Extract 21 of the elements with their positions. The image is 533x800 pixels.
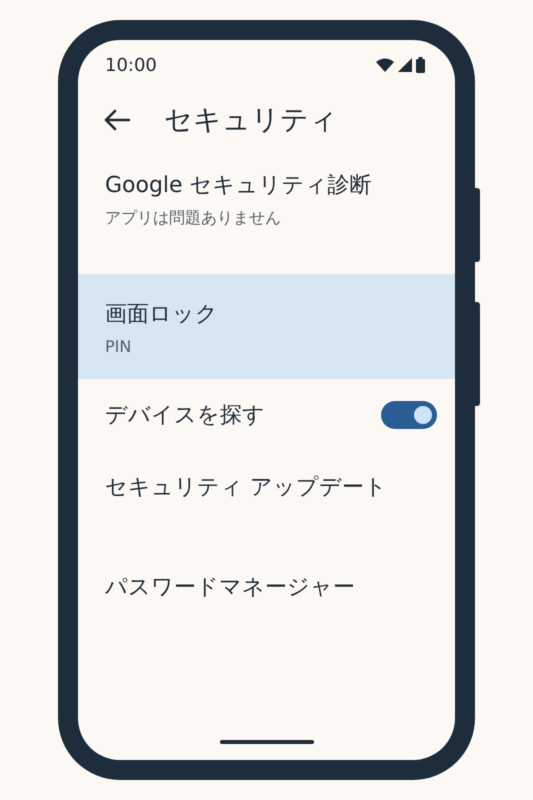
- settings-item[interactable]: パスワードマネージャー: [78, 551, 455, 623]
- item-title: パスワードマネージャー: [105, 574, 355, 602]
- settings-item[interactable]: 画面ロック PIN: [78, 275, 455, 379]
- side-button[interactable]: [474, 302, 480, 406]
- item-title: 画面ロック: [105, 300, 219, 328]
- settings-item[interactable]: セキュリティ アップデート: [78, 451, 455, 523]
- side-button[interactable]: [474, 188, 480, 262]
- settings-item[interactable]: デバイスを探す: [78, 379, 455, 451]
- home-indicator[interactable]: [220, 740, 314, 744]
- wifi-icon: [376, 58, 394, 72]
- toggle-switch[interactable]: [381, 401, 437, 429]
- signal-icon: [398, 58, 412, 72]
- item-title: セキュリティ アップデート: [105, 474, 387, 502]
- page-title: セキュリティ: [164, 102, 338, 138]
- battery-icon: [416, 57, 425, 73]
- back-arrow-icon[interactable]: [104, 109, 130, 131]
- item-title: デバイスを探す: [105, 402, 265, 430]
- status-time: 10:00: [105, 54, 157, 76]
- item-title: Google セキュリティ診断: [105, 172, 373, 200]
- item-subtitle: アプリは問題ありません: [105, 208, 282, 229]
- item-subtitle: PIN: [105, 336, 132, 356]
